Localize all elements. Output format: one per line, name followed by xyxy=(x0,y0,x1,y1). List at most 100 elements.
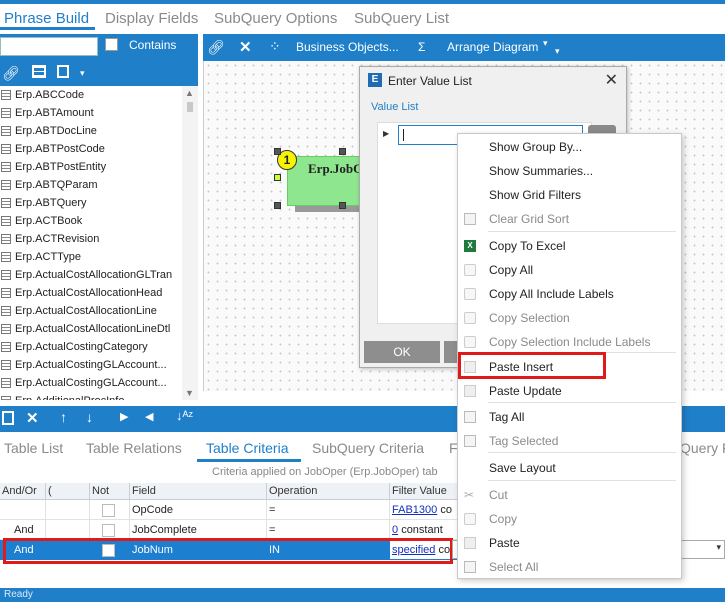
menu-item-show-summaries[interactable]: Show Summaries... xyxy=(458,159,681,183)
filter-value-link[interactable]: FAB1300 xyxy=(392,504,437,516)
business-objects-icon[interactable]: ⁘ xyxy=(269,38,281,55)
column-header-andor[interactable]: And/Or xyxy=(0,483,46,500)
cell-filter-value[interactable]: 0 constant xyxy=(390,520,460,540)
menu-item-save-layout[interactable]: Save Layout xyxy=(458,456,681,480)
resize-handle[interactable] xyxy=(274,148,281,155)
tab-table-relations[interactable]: Table Relations xyxy=(86,440,182,456)
arrange-dropdown-icon[interactable]: ▾ xyxy=(543,38,548,49)
table-row[interactable]: OpCode = FAB1300 co xyxy=(0,500,460,520)
menu-item-cut[interactable]: ✂ Cut xyxy=(458,483,681,507)
grid-icon[interactable] xyxy=(32,65,46,78)
chevron-down-icon[interactable]: ▾ xyxy=(555,46,560,57)
table-list-item[interactable]: Erp.ActualCostAllocationHead xyxy=(0,284,182,302)
scroll-thumb[interactable] xyxy=(187,102,193,112)
delete-icon[interactable]: ✕ xyxy=(239,38,252,56)
cell-andor[interactable] xyxy=(0,500,46,520)
cell-not[interactable] xyxy=(90,520,130,540)
tab-subquery-list[interactable]: SubQuery List xyxy=(354,10,449,27)
cell-field[interactable]: OpCode xyxy=(130,500,267,520)
table-list-item[interactable]: Erp.ABTPostCode xyxy=(0,140,182,158)
table-list-item[interactable]: Erp.ABCCode xyxy=(0,86,182,104)
menu-item-paste[interactable]: Paste xyxy=(458,531,681,555)
close-icon[interactable]: ✕ xyxy=(605,70,618,90)
move-up-icon[interactable]: ↑ xyxy=(60,409,67,425)
menu-item-clear-grid-sort[interactable]: Clear Grid Sort xyxy=(458,207,681,231)
column-header-field[interactable]: Field xyxy=(130,483,267,500)
indent-left-icon[interactable]: ◀ xyxy=(145,410,153,423)
table-list-item[interactable]: Erp.ActualCostingCategory xyxy=(0,338,182,356)
link-icon[interactable]: 🔗︎ xyxy=(207,39,225,56)
menu-item-show-grid-filters[interactable]: Show Grid Filters xyxy=(458,183,681,207)
table-list-item[interactable]: Erp.ActualCostAllocationLineDtl xyxy=(0,320,182,338)
resize-handle[interactable] xyxy=(339,202,346,209)
menu-item-copy-selection-include-labels[interactable]: Copy Selection Include Labels xyxy=(458,330,681,354)
delete-icon[interactable]: ✕ xyxy=(26,409,39,427)
table-list-item[interactable]: Erp.AdditionalProcInfo xyxy=(0,392,182,400)
resize-handle[interactable] xyxy=(339,148,346,155)
table-list-item[interactable]: Erp.ABTPostEntity xyxy=(0,158,182,176)
ok-button[interactable]: OK xyxy=(364,341,440,363)
tab-subquery-criteria[interactable]: SubQuery Criteria xyxy=(312,440,424,456)
scroll-down-icon[interactable]: ▼ xyxy=(185,388,194,398)
menu-item-tag-all[interactable]: Tag All xyxy=(458,405,681,429)
table-search-input[interactable] xyxy=(0,37,98,56)
cell-operation[interactable]: = xyxy=(267,520,390,540)
table-list-item[interactable]: Erp.ActualCostAllocationLine xyxy=(0,302,182,320)
menu-item-copy-all[interactable]: Copy All xyxy=(458,258,681,282)
business-objects-button[interactable]: Business Objects... xyxy=(296,40,399,54)
sigma-icon[interactable]: Σ xyxy=(418,40,425,54)
resize-handle[interactable] xyxy=(274,174,281,181)
tab-display-fields[interactable]: Display Fields xyxy=(105,10,198,27)
cell-paren[interactable] xyxy=(46,500,90,520)
cell-field[interactable]: JobComplete xyxy=(130,520,267,540)
cell-paren[interactable] xyxy=(46,520,90,540)
column-header-filter-value[interactable]: Filter Value xyxy=(390,483,460,500)
menu-item-show-group-by[interactable]: Show Group By... xyxy=(458,135,681,159)
column-header-operation[interactable]: Operation xyxy=(267,483,390,500)
tab-subquery-options[interactable]: SubQuery Options xyxy=(214,10,337,27)
menu-item-paste-update[interactable]: Paste Update xyxy=(458,379,681,403)
menu-item-tag-selected[interactable]: Tag Selected xyxy=(458,429,681,453)
filter-value-link[interactable]: 0 xyxy=(392,524,398,536)
cell-filter-value[interactable]: FAB1300 co xyxy=(390,500,460,520)
column-header-paren[interactable]: ( xyxy=(46,483,90,500)
table-list-item[interactable]: Erp.ABTQuery xyxy=(0,194,182,212)
table-list-item[interactable]: Erp.ACTRevision xyxy=(0,230,182,248)
cell-operation[interactable]: = xyxy=(267,500,390,520)
table-list-item[interactable]: Erp.ActualCostingGLAccount... xyxy=(0,374,182,392)
table-list-item[interactable]: Erp.ABTDocLine xyxy=(0,122,182,140)
table-list-item[interactable]: Erp.ABTAmount xyxy=(0,104,182,122)
resize-handle[interactable] xyxy=(274,202,281,209)
sort-az-icon[interactable]: ↓ᴬᶻ xyxy=(176,408,193,423)
not-checkbox[interactable] xyxy=(102,504,115,517)
table-list-item[interactable]: Erp.ActualCostAllocationGLTran xyxy=(0,266,182,284)
tab-phrase-build[interactable]: Phrase Build xyxy=(4,10,89,27)
tab-table-criteria[interactable]: Table Criteria xyxy=(206,440,288,456)
not-checkbox[interactable] xyxy=(102,524,115,537)
column-header-not[interactable]: Not xyxy=(90,483,130,500)
table-list-item[interactable]: Erp.ACTBook xyxy=(0,212,182,230)
scroll-up-icon[interactable]: ▲ xyxy=(185,88,194,98)
menu-item-select-all[interactable]: Select All xyxy=(458,555,681,579)
menu-item-copy[interactable]: Copy xyxy=(458,507,681,531)
contains-checkbox[interactable] xyxy=(105,38,118,51)
table-list-item[interactable]: Erp.ActualCostingGLAccount... xyxy=(0,356,182,374)
table-list-scrollbar[interactable]: ▲ ▼ xyxy=(182,86,198,400)
table-list-item[interactable]: Erp.ABTQParam xyxy=(0,176,182,194)
arrange-diagram-button[interactable]: Arrange Diagram xyxy=(447,40,538,54)
indent-right-icon[interactable]: ▶ xyxy=(120,410,128,423)
cell-not[interactable] xyxy=(90,500,130,520)
chevron-down-icon[interactable]: ▾ xyxy=(80,68,85,79)
menu-item-copy-all-include-labels[interactable]: Copy All Include Labels xyxy=(458,282,681,306)
tab-query-fields[interactable]: Query Fi xyxy=(680,440,725,456)
table-props-icon[interactable] xyxy=(57,65,69,78)
move-down-icon[interactable]: ↓ xyxy=(86,409,93,425)
cell-andor[interactable]: And xyxy=(0,520,46,540)
table-list-item[interactable]: Erp.ACTType xyxy=(0,248,182,266)
chevron-down-icon[interactable]: ▾ xyxy=(716,542,721,553)
link-icon[interactable]: 🔗︎ xyxy=(2,65,20,82)
table-row[interactable]: And JobComplete = 0 constant xyxy=(0,520,460,540)
menu-item-copy-to-excel[interactable]: X Copy To Excel xyxy=(458,234,681,258)
new-row-icon[interactable] xyxy=(2,411,14,425)
tab-table-list[interactable]: Table List xyxy=(4,440,63,456)
